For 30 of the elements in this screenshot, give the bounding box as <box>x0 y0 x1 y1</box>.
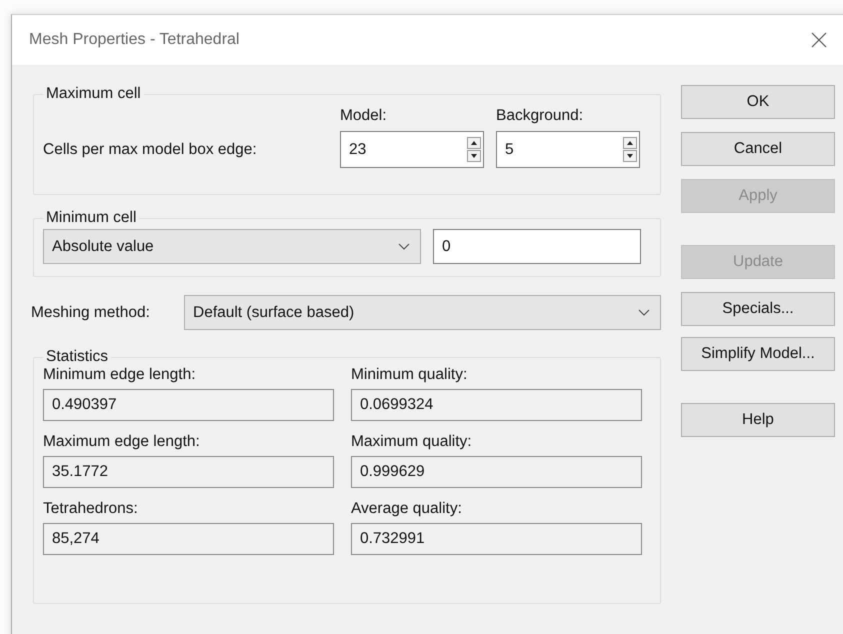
spin-field[interactable]: 5 <box>496 131 640 168</box>
input-field[interactable]: 0 <box>433 229 641 264</box>
window-title: Mesh Properties - Tetrahedral <box>29 31 240 49</box>
dropdown[interactable]: Default (surface based) <box>184 295 661 330</box>
dialog-button[interactable]: OK <box>681 85 835 119</box>
dropdown[interactable]: Absolute value <box>43 229 421 264</box>
dialog-button[interactable]: Simplify Model... <box>681 337 835 371</box>
readonly-field: 0.732991 <box>351 523 642 555</box>
field-label: Minimum quality: <box>351 366 468 384</box>
field-label: Maximum quality: <box>351 433 473 451</box>
dialog-button[interactable]: Help <box>681 403 835 437</box>
column-heading: Model: <box>340 107 388 125</box>
dialog-button[interactable]: Specials... <box>681 292 835 326</box>
group-legend: Statistics <box>43 348 112 366</box>
readonly-field: 0.490397 <box>43 389 334 421</box>
field-label: Meshing method: <box>31 304 151 322</box>
group-legend: Maximum cell <box>43 85 144 103</box>
field-label: Maximum edge length: <box>43 433 201 451</box>
spin-field[interactable]: 23 <box>340 131 484 168</box>
dialog-button[interactable]: Cancel <box>681 132 835 166</box>
readonly-field: 35.1772 <box>43 456 334 488</box>
field-label: Average quality: <box>351 500 463 518</box>
field-label: Cells per max model box edge: <box>43 140 258 158</box>
field-label: Minimum edge length: <box>43 366 196 384</box>
group-legend: Minimum cell <box>43 209 140 227</box>
column-heading: Background: <box>496 107 584 125</box>
readonly-field: 0.999629 <box>351 456 642 488</box>
field-label: Tetrahedrons: <box>43 500 139 518</box>
readonly-field: 0.0699324 <box>351 389 642 421</box>
readonly-field: 85,274 <box>43 523 334 555</box>
